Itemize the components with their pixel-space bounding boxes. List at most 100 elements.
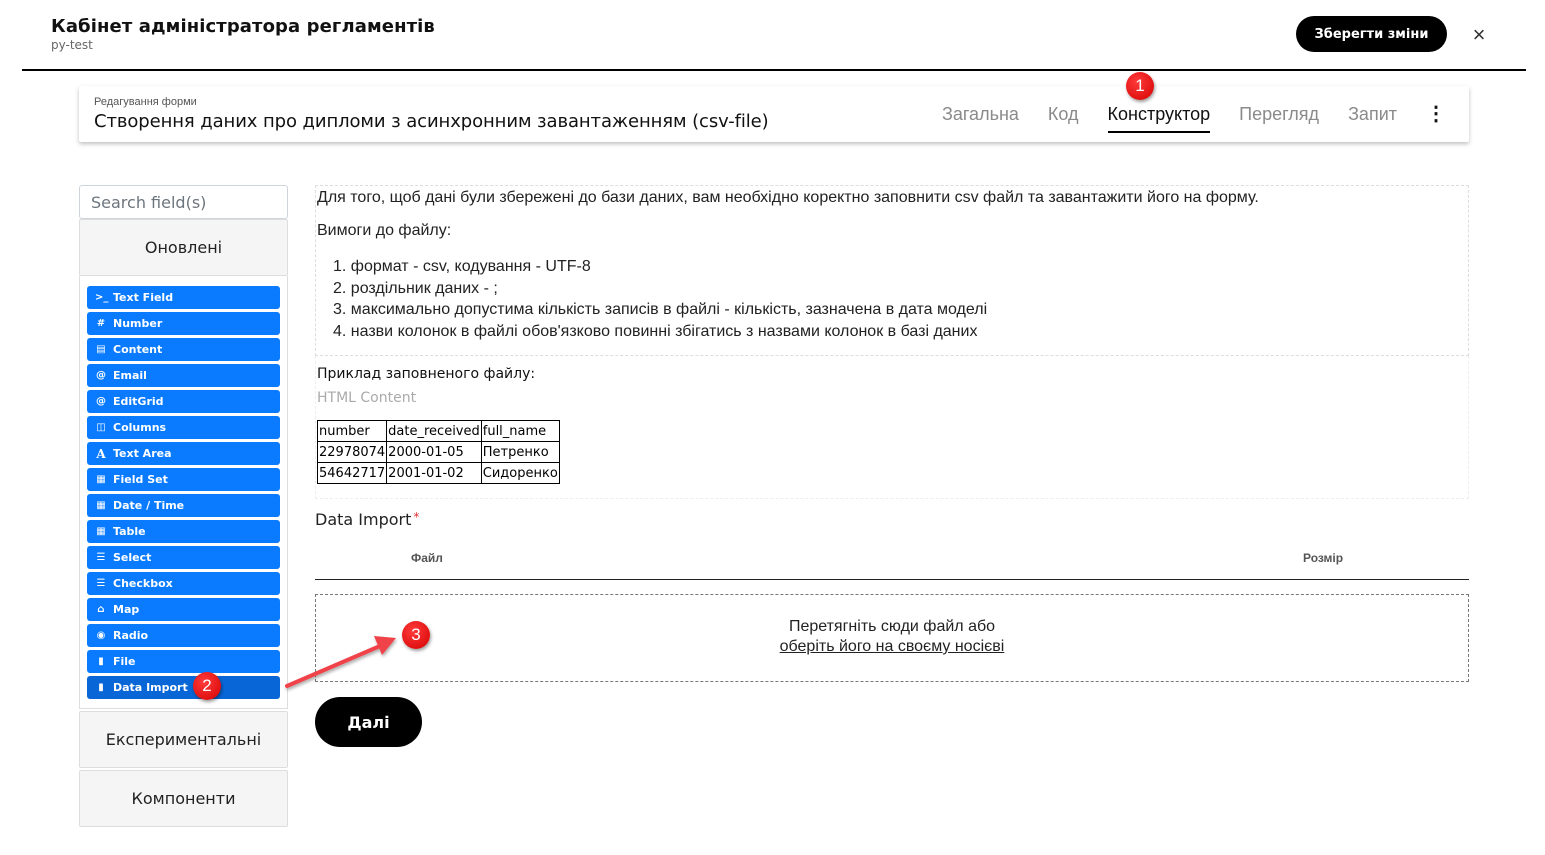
form-edit-label: Редагування форми (94, 96, 197, 108)
app-subtitle: py-test (51, 38, 93, 52)
home-icon: ⌂ (97, 604, 105, 615)
form-title: Створення даних про дипломи з асинхронни… (94, 111, 769, 132)
component-label: Columns (113, 421, 167, 434)
table-cell: 2001-01-02 (386, 462, 482, 484)
close-icon[interactable]: × (1468, 24, 1490, 46)
component-sidebar: Оновлені >_ Text Field # Number ▤ Content @… (79, 185, 288, 827)
component-label: Email (113, 369, 147, 382)
column-file: Файл (411, 551, 443, 565)
html5-icon: ▤ (96, 344, 106, 355)
data-import-label: Data Import * (315, 510, 1469, 529)
component-label: Date / Time (113, 499, 185, 512)
columns-icon: ◫ (96, 422, 106, 433)
example-label: Приклад заповненого файлу: (317, 366, 536, 382)
tab-general[interactable]: Загальна (942, 100, 1019, 129)
browse-file-link[interactable]: оберіть його на своєму носієві (780, 638, 1005, 656)
save-changes-button[interactable]: Зберегти зміни (1296, 16, 1447, 52)
table-header-row: number date_received full_name (316, 420, 560, 442)
component-date-time[interactable]: ▦ Date / Time (87, 494, 280, 517)
app-title: Кабінет адміністратора регламентів (51, 16, 435, 37)
file-table-header: Файл Розмір (315, 535, 1469, 580)
group-updated[interactable]: Оновлені (79, 219, 288, 276)
requirement-item: 1. формат - csv, кодування - UTF-8 (333, 258, 591, 275)
table-header-cell: number (316, 420, 388, 442)
table-header-cell: date_received (386, 420, 482, 442)
component-field-set[interactable]: ▦ Field Set (87, 468, 280, 491)
table-cell: 22978074 (316, 441, 388, 463)
list-icon: ☰ (96, 578, 106, 589)
table-cell: Петренко (480, 441, 560, 463)
at-icon: @ (96, 396, 106, 407)
component-label: EditGrid (113, 395, 164, 408)
annotation-badge-3: 3 (402, 621, 430, 649)
component-label: Data Import (113, 681, 188, 694)
component-columns[interactable]: ◫ Columns (87, 416, 280, 439)
component-radio[interactable]: ◉ Radio (87, 624, 280, 647)
form-edit-card: Редагування форми Створення даних про ди… (79, 86, 1469, 142)
component-text-area[interactable]: A Text Area (87, 442, 280, 465)
group-updated-body: >_ Text Field # Number ▤ Content @ Email @ Ed… (79, 276, 288, 709)
component-select[interactable]: ☰ Select (87, 546, 280, 569)
th-large-icon: ▦ (96, 474, 106, 485)
table-row: 54642717 2001-01-02 Сидоренко (316, 462, 560, 484)
drop-zone-text: Перетягніть сюди файл або (788, 618, 996, 635)
tab-preview[interactable]: Перегляд (1239, 100, 1319, 129)
table-icon: ▦ (96, 526, 106, 537)
at-icon: @ (96, 370, 106, 381)
component-content[interactable]: ▤ Content (87, 338, 280, 361)
app-header: Кабінет адміністратора регламентів py-te… (22, 0, 1526, 71)
component-number[interactable]: # Number (87, 312, 280, 335)
requirement-item: 3. максимально допустима кількість запис… (333, 301, 988, 318)
component-label: Field Set (113, 473, 168, 486)
component-map[interactable]: ⌂ Map (87, 598, 280, 621)
tab-constructor[interactable]: Конструктор (1107, 100, 1210, 133)
table-cell: 2000-01-05 (386, 441, 482, 463)
component-data-import[interactable]: ▮ Data Import (87, 676, 280, 699)
list-icon: ☰ (96, 552, 106, 563)
file-drop-zone[interactable]: Перетягніть сюди файл або оберіть його н… (315, 594, 1469, 682)
component-label: Table (113, 525, 146, 538)
component-label: Checkbox (113, 577, 173, 590)
group-experimental[interactable]: Експериментальні (79, 711, 288, 768)
data-import-label-text: Data Import (315, 510, 412, 529)
example-block[interactable]: Приклад заповненого файлу: HTML Content … (315, 356, 1469, 499)
requirement-item: 4. назви колонок в файлі обов'язково пов… (333, 322, 978, 340)
component-file[interactable]: ▮ File (87, 650, 280, 673)
component-label: Text Field (113, 291, 174, 304)
component-text-field[interactable]: >_ Text Field (87, 286, 280, 309)
component-checkbox[interactable]: ☰ Checkbox (87, 572, 280, 595)
component-label: Text Area (113, 447, 172, 460)
table-header-cell: full_name (480, 420, 560, 442)
form-tabs: Загальна Код Конструктор Перегляд Запит … (942, 86, 1469, 142)
requirements-list: 1. формат - csv, кодування - UTF-8 2. ро… (317, 256, 1468, 342)
component-label: Number (113, 317, 163, 330)
terminal-icon: >_ (95, 292, 109, 303)
required-mark: * (413, 510, 420, 524)
column-size: Розмір (1303, 551, 1344, 565)
requirement-item: 2. роздільник даних - ; (333, 279, 498, 297)
table-cell: 54642717 (316, 462, 388, 484)
instructions-block[interactable]: Для того, щоб дані були збережені до баз… (315, 185, 1469, 356)
component-label: Map (113, 603, 140, 616)
component-label: File (113, 655, 136, 668)
requirements-title: Вимоги до файлу: (317, 222, 452, 239)
file-icon: ▮ (98, 682, 104, 693)
search-fields-input[interactable] (79, 185, 288, 219)
component-editgrid[interactable]: @ EditGrid (87, 390, 280, 413)
tab-code[interactable]: Код (1048, 100, 1079, 129)
file-icon: ▮ (98, 656, 104, 667)
annotation-badge-1: 1 (1126, 72, 1154, 100)
annotation-badge-2: 2 (193, 672, 221, 700)
group-components[interactable]: Компоненти (79, 770, 288, 827)
font-icon: A (96, 446, 106, 461)
component-email[interactable]: @ Email (87, 364, 280, 387)
next-button[interactable]: Далі (315, 697, 422, 747)
tab-query[interactable]: Запит (1348, 100, 1397, 129)
table-row: 22978074 2000-01-05 Петренко (316, 441, 560, 463)
component-table[interactable]: ▦ Table (87, 520, 280, 543)
sample-csv-table: number date_received full_name 22978074 … (316, 420, 560, 484)
more-options-icon[interactable]: ⋮ (1426, 104, 1446, 124)
table-cell: Сидоренко (480, 462, 560, 484)
dot-circle-icon: ◉ (96, 630, 106, 641)
hashtag-icon: # (96, 318, 106, 329)
